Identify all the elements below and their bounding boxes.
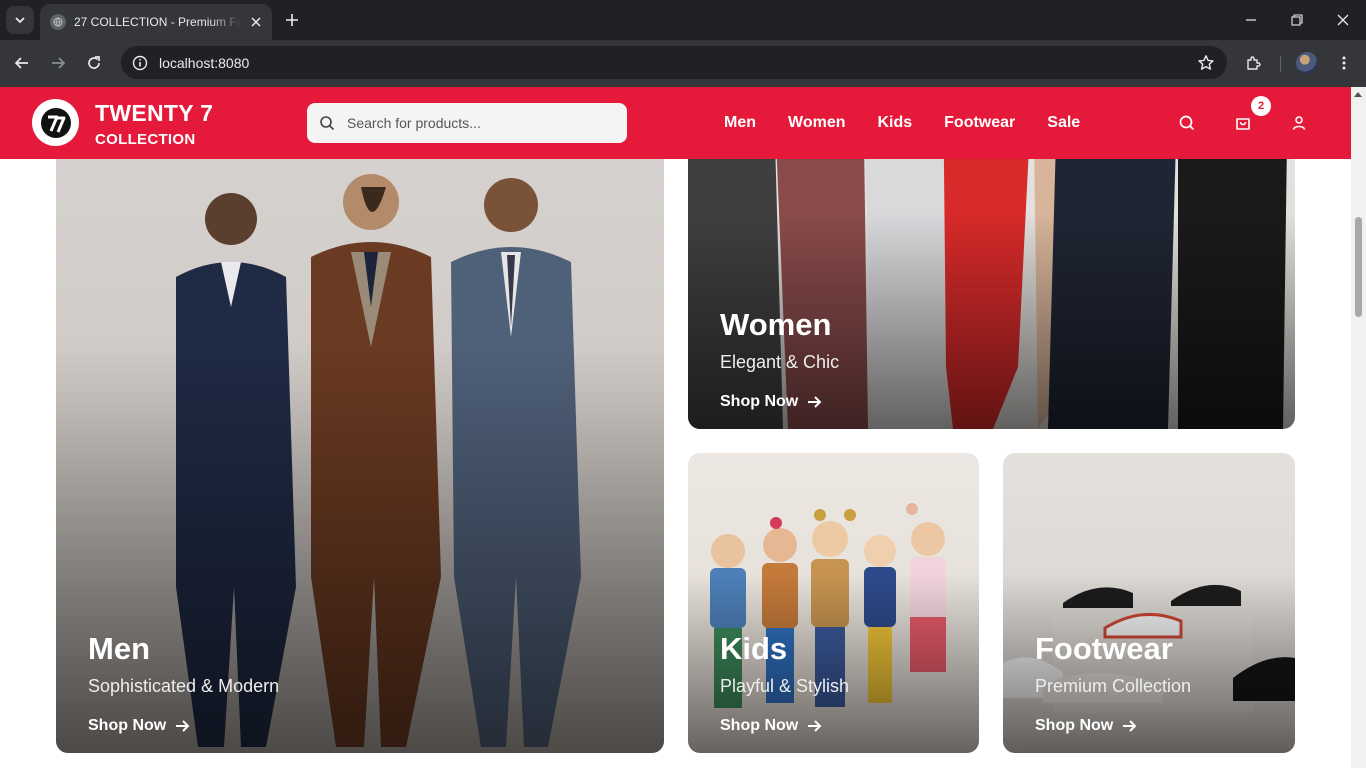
nav-men[interactable]: Men xyxy=(724,114,756,132)
reload-button[interactable] xyxy=(79,48,109,78)
arrow-right-icon xyxy=(808,396,822,408)
more-vert-icon xyxy=(1342,56,1346,70)
shop-now-label: Shop Now xyxy=(720,393,799,410)
category-title: Women xyxy=(720,307,832,342)
tab-search-button[interactable] xyxy=(6,6,34,34)
arrow-left-icon xyxy=(14,57,28,69)
extensions-button[interactable] xyxy=(1239,48,1269,78)
account-button[interactable] xyxy=(1287,111,1311,135)
arrow-right-icon xyxy=(808,720,822,732)
back-button[interactable] xyxy=(7,48,37,78)
main-nav: Men Women Kids Footwear Sale xyxy=(724,87,1112,159)
url-text[interactable]: localhost:8080 xyxy=(159,55,1191,71)
restore-icon xyxy=(1291,14,1303,26)
browser-toolbar: localhost:8080 xyxy=(0,40,1366,87)
category-subtitle: Playful & Stylish xyxy=(720,676,850,696)
arrow-right-icon xyxy=(52,57,66,69)
category-title: Kids xyxy=(720,631,788,666)
nav-kids[interactable]: Kids xyxy=(877,114,912,132)
shop-now-link[interactable]: Shop Now xyxy=(720,393,822,411)
browser-tabstrip: 27 COLLECTION - Premium Fashion xyxy=(0,0,1366,40)
shop-now-label: Shop Now xyxy=(1035,717,1114,734)
nav-sale[interactable]: Sale xyxy=(1047,114,1080,132)
search-box[interactable] xyxy=(307,103,627,143)
header-search-button[interactable] xyxy=(1175,111,1199,135)
shop-now-label: Shop Now xyxy=(88,717,167,734)
globe-icon xyxy=(50,14,66,30)
scroll-up-arrow[interactable] xyxy=(1354,92,1362,97)
arrow-right-icon xyxy=(1123,720,1137,732)
brand-subtitle: COLLECTION xyxy=(95,131,196,148)
category-subtitle: Sophisticated & Modern xyxy=(88,676,280,696)
search-input[interactable] xyxy=(347,115,597,131)
browser-tab[interactable]: 27 COLLECTION - Premium Fashion xyxy=(40,4,272,40)
page-viewport: Men Sophisticated & Modern Shop Now Wome… xyxy=(0,87,1351,768)
brand-logo[interactable] xyxy=(32,99,79,146)
site-header: TWENTY 7 COLLECTION Men Women Kids Footw… xyxy=(0,87,1351,159)
category-card-men[interactable]: Men Sophisticated & Modern Shop Now xyxy=(56,87,664,753)
cart-button[interactable] xyxy=(1231,111,1255,135)
chevron-down-icon xyxy=(15,17,25,24)
shop-now-label: Shop Now xyxy=(720,717,799,734)
new-tab-button[interactable] xyxy=(280,8,304,32)
close-icon[interactable] xyxy=(248,14,264,30)
category-subtitle: Premium Collection xyxy=(1035,676,1192,696)
scrollbar-thumb[interactable] xyxy=(1355,217,1362,317)
category-title: Footwear xyxy=(1035,631,1173,666)
forward-button[interactable] xyxy=(43,48,73,78)
search-icon xyxy=(320,116,335,131)
profile-avatar[interactable] xyxy=(1296,52,1318,74)
minimize-button[interactable] xyxy=(1228,0,1274,40)
search-icon xyxy=(1179,115,1195,131)
close-icon xyxy=(1337,14,1349,26)
tab-title: 27 COLLECTION - Premium Fashion xyxy=(74,15,242,29)
minimize-icon xyxy=(1246,19,1256,21)
star-icon[interactable] xyxy=(1191,48,1221,78)
category-title: Men xyxy=(88,631,150,666)
category-card-footwear[interactable]: Footwear Premium Collection Shop Now xyxy=(1003,453,1295,753)
info-icon[interactable] xyxy=(131,54,149,72)
category-card-kids[interactable]: Kids Playful & Stylish Shop Now xyxy=(688,453,979,753)
menu-button[interactable] xyxy=(1329,48,1359,78)
shop-now-link[interactable]: Shop Now xyxy=(1035,717,1137,735)
address-bar[interactable]: localhost:8080 xyxy=(121,46,1227,79)
logo-icon xyxy=(40,107,71,138)
page-scrollbar[interactable] xyxy=(1351,87,1366,768)
shopping-bag-icon xyxy=(1236,118,1250,130)
arrow-right-icon xyxy=(176,720,190,732)
plus-icon xyxy=(286,14,298,26)
restore-button[interactable] xyxy=(1274,0,1320,40)
cart-count-badge: 2 xyxy=(1251,96,1271,116)
shop-now-link[interactable]: Shop Now xyxy=(720,717,822,735)
toolbar-divider xyxy=(1280,56,1281,72)
brand-name[interactable]: TWENTY 7 xyxy=(95,100,213,127)
puzzle-icon xyxy=(1247,56,1261,70)
reload-icon xyxy=(88,56,100,69)
nav-women[interactable]: Women xyxy=(788,114,845,132)
category-subtitle: Elegant & Chic xyxy=(720,352,840,372)
close-window-button[interactable] xyxy=(1320,0,1366,40)
user-icon xyxy=(1292,116,1306,130)
shop-now-link[interactable]: Shop Now xyxy=(88,717,190,735)
nav-footwear[interactable]: Footwear xyxy=(944,114,1015,132)
